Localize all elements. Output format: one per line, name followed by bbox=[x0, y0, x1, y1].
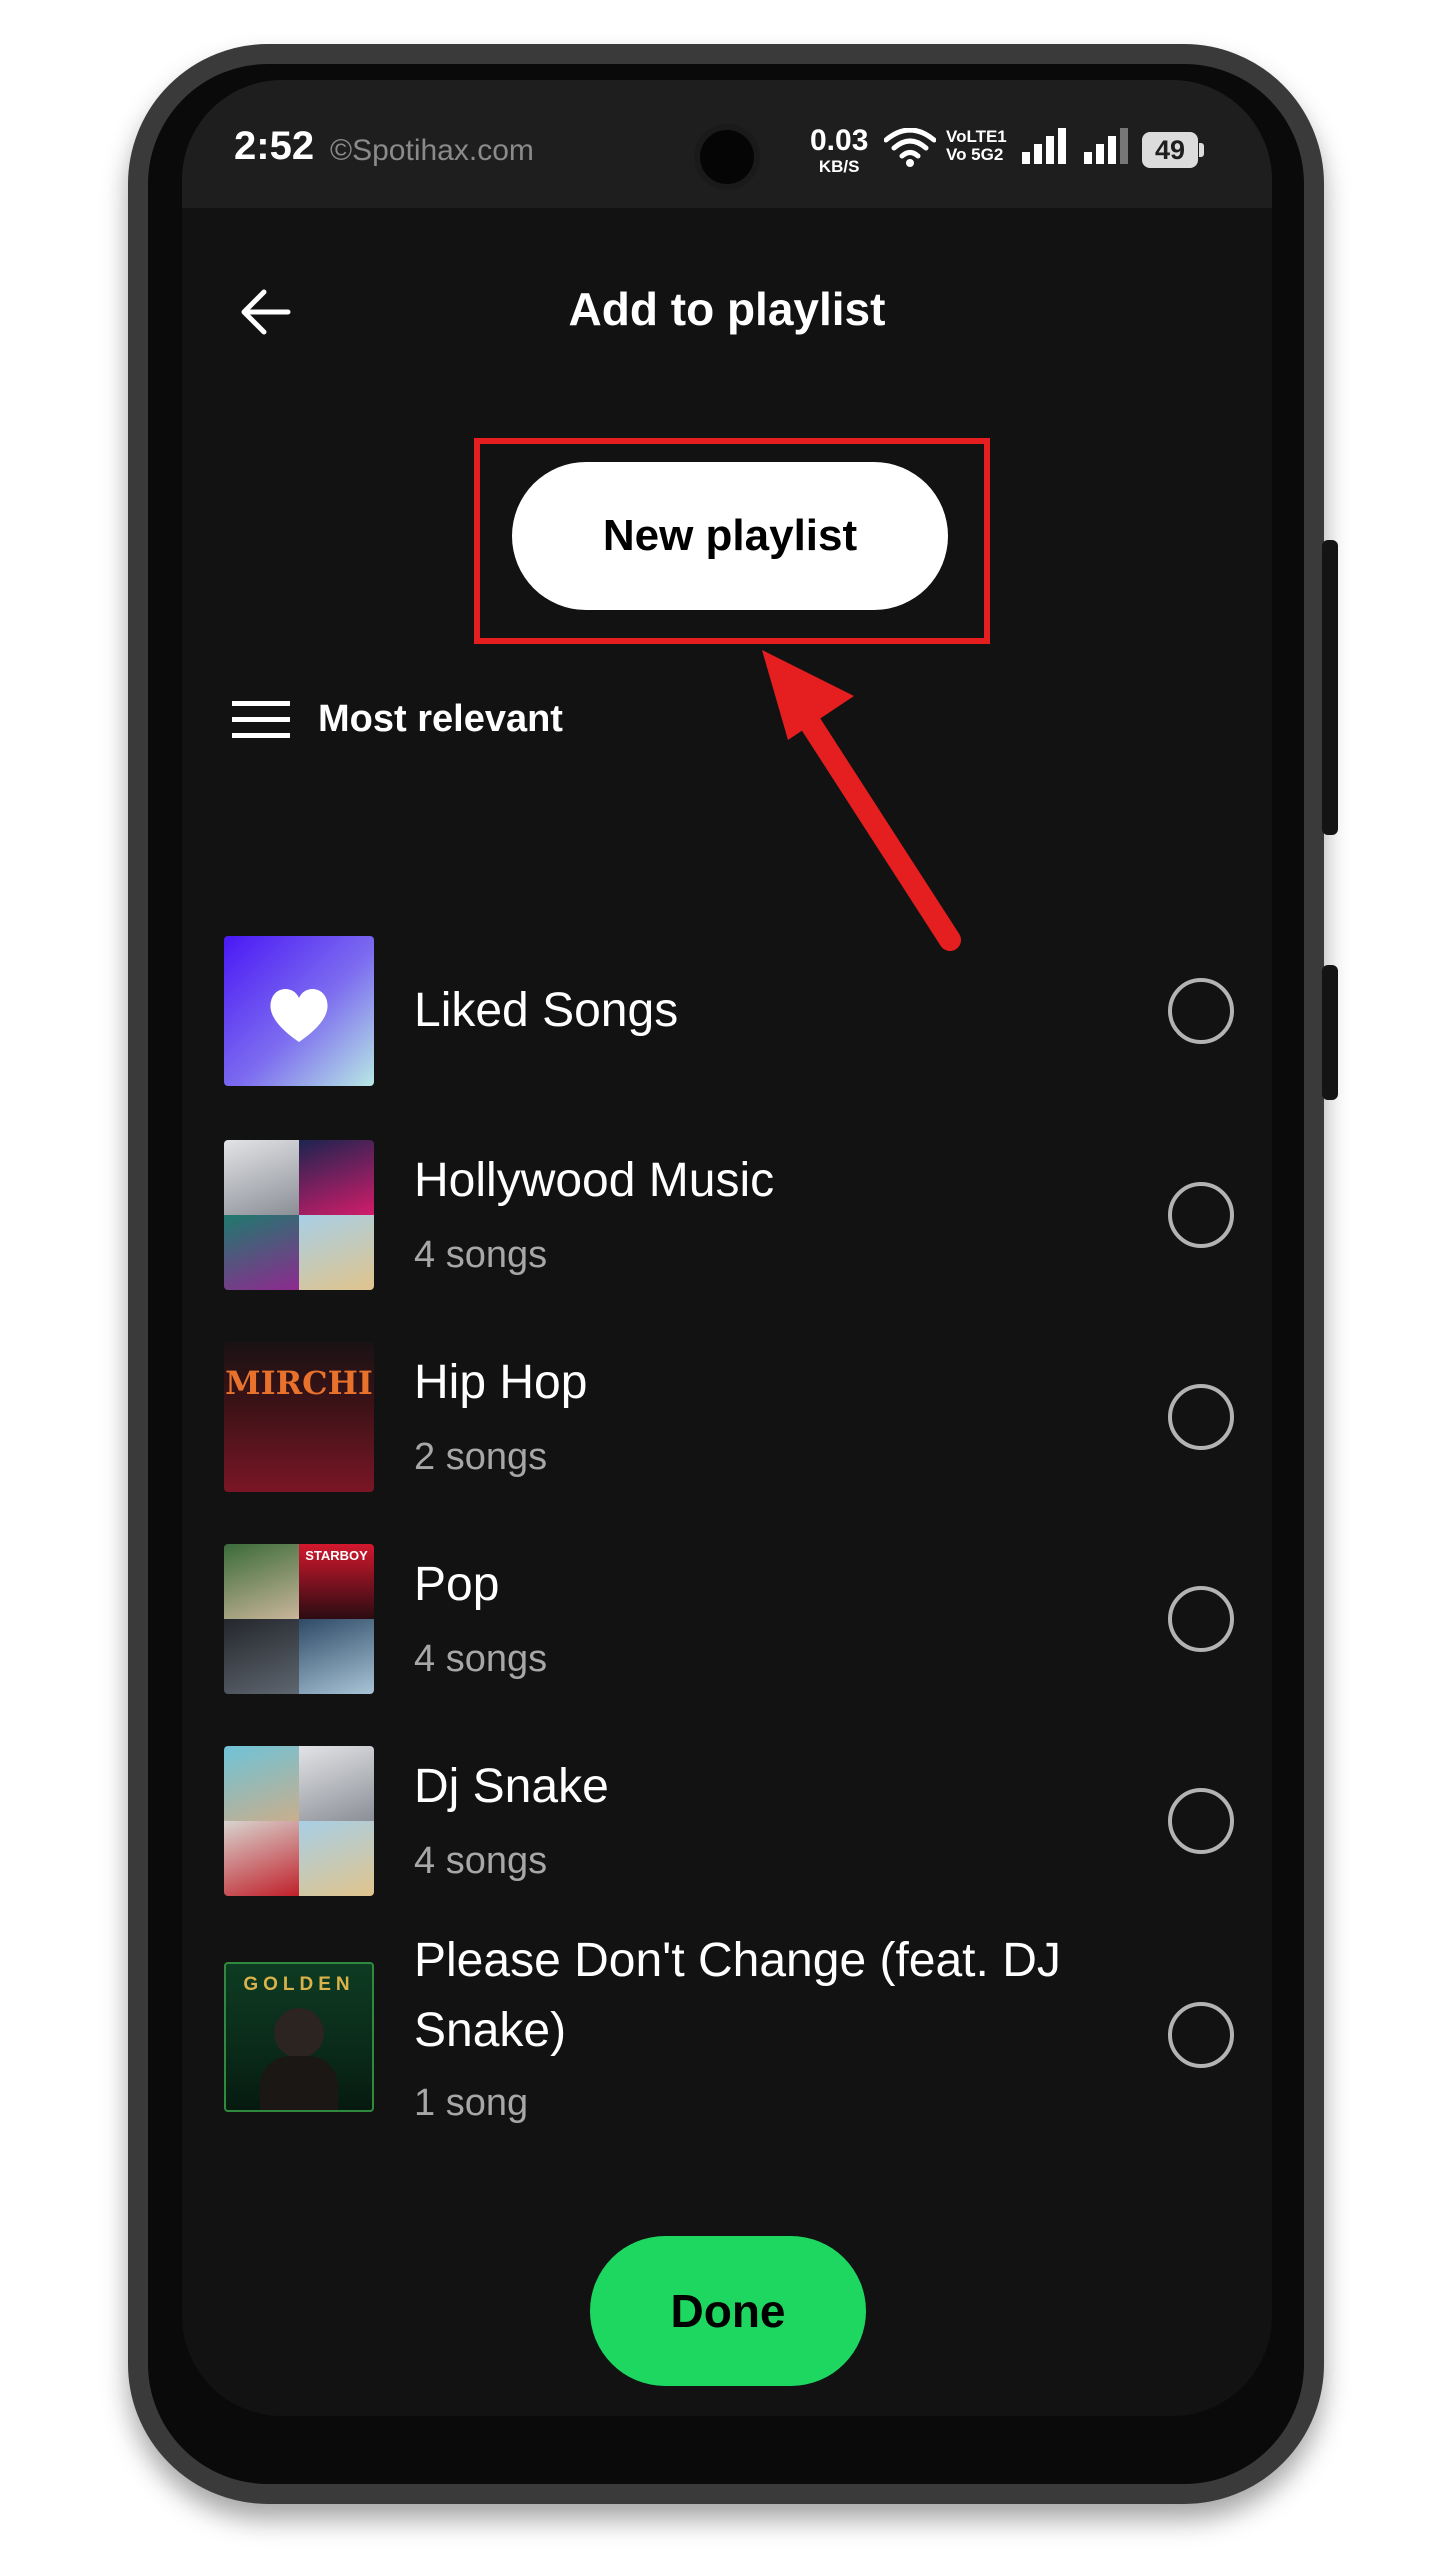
sort-lines-icon bbox=[232, 700, 290, 738]
annotation-arrow-icon bbox=[762, 650, 961, 951]
done-button[interactable]: Done bbox=[590, 2236, 866, 2386]
sort-control[interactable]: Most relevant bbox=[232, 698, 563, 741]
list-item[interactable]: MIRCHI Hip Hop 2 songs bbox=[224, 1342, 1234, 1492]
radio-circle-icon[interactable] bbox=[1168, 1384, 1234, 1450]
list-item[interactable]: Dj Snake 4 songs bbox=[224, 1746, 1234, 1896]
list-item[interactable]: STARBOY Pop 4 songs bbox=[224, 1544, 1234, 1694]
heart-icon bbox=[270, 989, 328, 1042]
cover-text: STARBOY bbox=[305, 1548, 368, 1563]
list-item[interactable]: Liked Songs bbox=[224, 936, 1234, 1086]
signal-icon bbox=[1084, 128, 1128, 164]
radio-circle-icon[interactable] bbox=[1168, 1788, 1234, 1854]
radio-circle-icon[interactable] bbox=[1168, 2002, 1234, 2068]
radio-circle-icon[interactable] bbox=[1168, 1182, 1234, 1248]
app-screen: 2:52 ©Spotihax.com 0.03 KB/S VoLTE1 Vo 5… bbox=[182, 80, 1272, 2416]
playlist-song-count: 4 songs bbox=[414, 1234, 548, 1276]
volte-line-1: VoLTE1 bbox=[946, 127, 1007, 146]
playlist-cover: MIRCHI bbox=[224, 1342, 374, 1492]
playlist-song-count: 4 songs bbox=[414, 1638, 548, 1680]
playlist-title: Please Don't Change (feat. DJ Snake) bbox=[414, 1934, 1061, 2057]
network-speed-value: 0.03 bbox=[810, 124, 869, 157]
playlist-title: Liked Songs bbox=[414, 984, 679, 1037]
cover-text: GOLDEN bbox=[243, 1974, 355, 1995]
sort-label: Most relevant bbox=[318, 698, 563, 740]
radio-circle-icon[interactable] bbox=[1168, 1586, 1234, 1652]
cover-figure-body bbox=[260, 2056, 338, 2110]
network-speed: 0.03 KB/S bbox=[810, 124, 869, 176]
status-bar: 2:52 ©Spotihax.com 0.03 KB/S VoLTE1 Vo 5… bbox=[182, 80, 1272, 208]
cover-text: MIRCHI bbox=[225, 1364, 373, 1402]
watermark-text: ©Spotihax.com bbox=[330, 134, 534, 167]
phone-power-button bbox=[1322, 965, 1338, 1100]
page-title: Add to playlist bbox=[568, 283, 886, 335]
liked-songs-cover bbox=[224, 936, 374, 1086]
playlist-song-count: 4 songs bbox=[414, 1840, 548, 1882]
front-camera bbox=[700, 130, 754, 184]
phone-volume-button bbox=[1322, 540, 1338, 835]
playlist-cover-mosaic: STARBOY bbox=[224, 1544, 374, 1694]
playlist-title: Hollywood Music bbox=[414, 1154, 775, 1207]
volte-line-2: Vo 5G2 bbox=[946, 144, 1004, 164]
status-time: 2:52 bbox=[234, 124, 315, 168]
playlist-cover: GOLDEN bbox=[224, 1962, 374, 2112]
cover-figure bbox=[274, 2008, 324, 2058]
playlist-song-count: 2 songs bbox=[414, 1436, 548, 1478]
signal-icon bbox=[1022, 128, 1066, 164]
volte-indicator: VoLTE1 Vo 5G2 bbox=[946, 128, 1007, 164]
playlist-title: Hip Hop bbox=[414, 1356, 588, 1409]
wifi-icon bbox=[884, 128, 936, 167]
radio-circle-icon[interactable] bbox=[1168, 978, 1234, 1044]
list-item[interactable]: Hollywood Music 4 songs bbox=[224, 1140, 1234, 1290]
network-speed-unit: KB/S bbox=[818, 157, 860, 176]
playlist-cover-mosaic bbox=[224, 1746, 374, 1896]
highlight-box bbox=[474, 438, 990, 644]
playlist-title: Dj Snake bbox=[414, 1760, 609, 1813]
playlist-cover-mosaic bbox=[224, 1140, 374, 1290]
list-item[interactable]: GOLDEN Please Don't Change (feat. DJ Sna… bbox=[224, 1934, 1234, 2130]
battery-indicator: 49 bbox=[1142, 132, 1204, 168]
playlist-song-count: 1 song bbox=[414, 2082, 529, 2124]
playlist-title: Pop bbox=[414, 1558, 500, 1611]
